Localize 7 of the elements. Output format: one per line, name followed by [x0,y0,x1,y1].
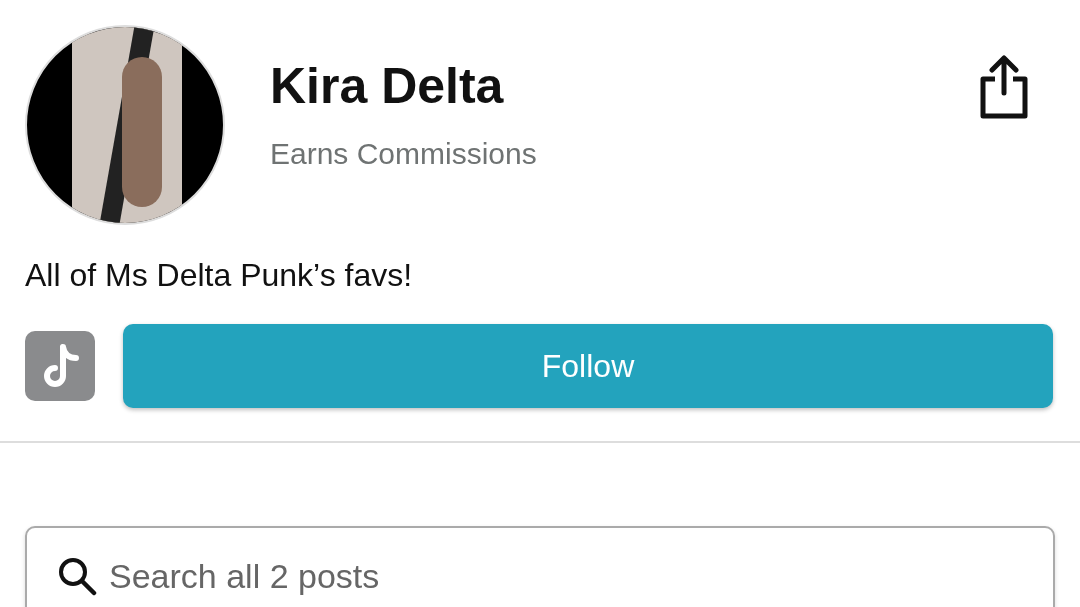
search-field[interactable]: Search all 2 posts [25,526,1055,607]
profile-subtitle: Earns Commissions [270,137,538,171]
share-icon[interactable] [978,55,1030,119]
music-note-app-icon[interactable] [25,331,95,401]
profile-bio: All of Ms Delta Punk’s favs! [25,257,414,294]
follow-button[interactable]: Follow [123,324,1053,408]
profile-name: Kira Delta [270,57,505,115]
